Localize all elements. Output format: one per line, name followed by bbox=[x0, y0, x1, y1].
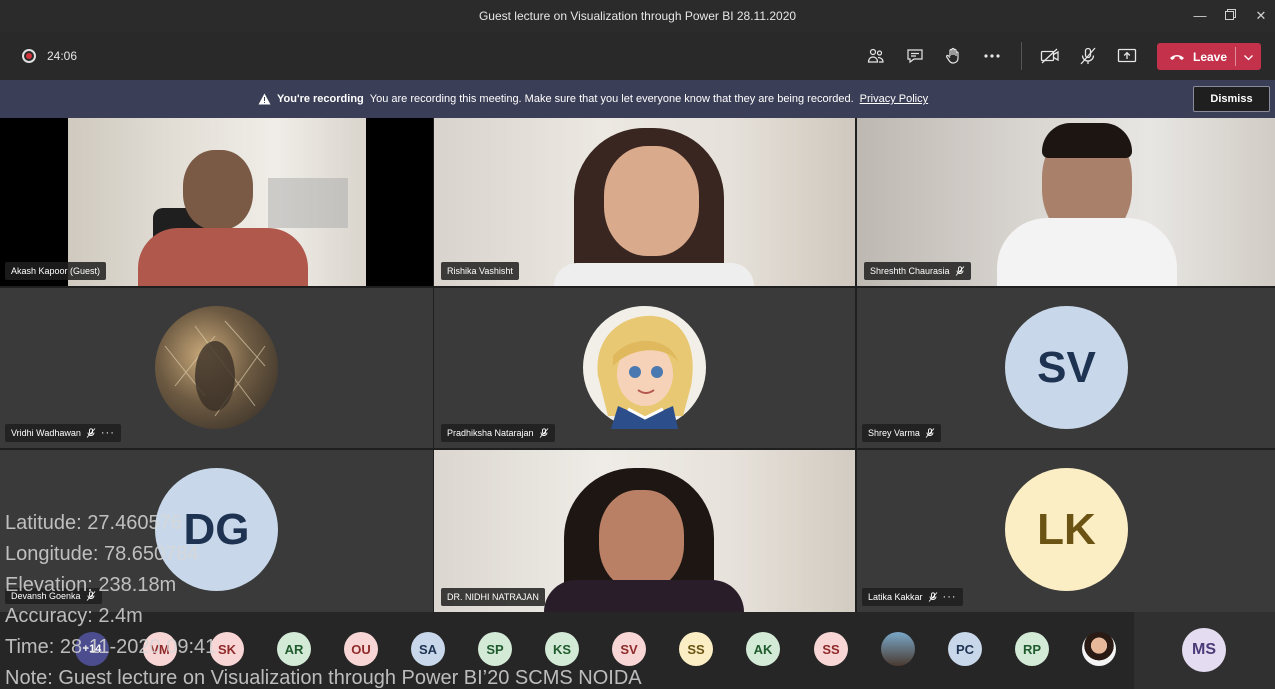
self-preview: MS bbox=[1134, 612, 1275, 689]
geotag-elevation: Elevation: 238.18m bbox=[5, 574, 177, 596]
leave-split-divider bbox=[1235, 47, 1236, 66]
leave-label: Leave bbox=[1193, 49, 1228, 64]
roster-photo-avatar[interactable] bbox=[1082, 632, 1116, 666]
mic-off-icon[interactable] bbox=[1076, 44, 1100, 68]
mic-muted-icon bbox=[539, 428, 548, 438]
geotag-overlay: Latitude: 27.460576 Longitude: 78.650784… bbox=[5, 508, 642, 689]
geotag-time: Time: 28-11-2020 09:41 bbox=[5, 636, 217, 658]
name-tag: Shreshth Chaurasia bbox=[864, 262, 971, 280]
toolbar-divider bbox=[1021, 42, 1022, 70]
participant-tile-vridhi-wadhawan[interactable]: Vridhi Wadhawan ··· bbox=[0, 288, 433, 448]
more-actions-icon[interactable] bbox=[980, 44, 1004, 68]
self-avatar: MS bbox=[1182, 628, 1226, 672]
participant-tile-pradhiksha-natarajan[interactable]: Pradhiksha Natarajan bbox=[434, 288, 855, 448]
leave-button[interactable]: Leave bbox=[1157, 43, 1261, 70]
avatar bbox=[583, 306, 706, 429]
roster-avatar[interactable]: SS bbox=[814, 632, 848, 666]
geotag-longitude: Longitude: 78.650784 bbox=[5, 543, 199, 565]
video-tile-rishika-vashisht[interactable]: Rishika Vashisht bbox=[434, 118, 855, 286]
roster-avatar[interactable]: SS bbox=[679, 632, 713, 666]
roster-avatar[interactable]: PC bbox=[948, 632, 982, 666]
mic-muted-icon bbox=[955, 266, 964, 276]
participant-tile-shrey-varma[interactable]: SV Shrey Varma bbox=[857, 288, 1275, 448]
more-options-icon[interactable]: ··· bbox=[101, 424, 115, 442]
video-feed bbox=[68, 118, 366, 286]
window-title-bar: Guest lecture on Visualization through P… bbox=[0, 0, 1275, 32]
participants-icon[interactable] bbox=[864, 44, 888, 68]
name-tag: Vridhi Wadhawan ··· bbox=[5, 424, 121, 442]
avatar: LK bbox=[1005, 468, 1128, 591]
geotag-note: Note: Guest lecture on Visualization thr… bbox=[5, 667, 642, 689]
meeting-timer: 24:06 bbox=[47, 49, 78, 63]
mic-muted-icon bbox=[925, 428, 935, 438]
meeting-toolbar: 24:06 Leave bbox=[0, 32, 1275, 80]
name-tag: Shrey Varma bbox=[862, 424, 941, 442]
video-tile-akash-kapoor[interactable]: Akash Kapoor (Guest) bbox=[0, 118, 433, 286]
raise-hand-icon[interactable] bbox=[941, 44, 965, 68]
roster-avatar[interactable]: RP bbox=[1015, 632, 1049, 666]
share-screen-icon[interactable] bbox=[1115, 44, 1139, 68]
chevron-down-icon[interactable] bbox=[1243, 50, 1254, 68]
avatar bbox=[155, 306, 278, 429]
roster-photo-avatar[interactable] bbox=[881, 632, 915, 666]
close-icon[interactable]: ✕ bbox=[1251, 6, 1271, 26]
mic-muted-icon bbox=[928, 592, 937, 602]
window-title: Guest lecture on Visualization through P… bbox=[478, 9, 797, 23]
video-tile-shreshth-chaurasia[interactable]: Shreshth Chaurasia bbox=[857, 118, 1275, 286]
name-tag: Akash Kapoor (Guest) bbox=[5, 262, 107, 280]
dismiss-button[interactable]: Dismiss bbox=[1193, 86, 1270, 112]
name-tag: Latika Kakkar ··· bbox=[862, 588, 963, 606]
geotag-latitude: Latitude: 27.460576 bbox=[5, 512, 182, 534]
participant-tile-latika-kakkar[interactable]: LK Latika Kakkar ··· bbox=[857, 450, 1275, 612]
minimize-icon[interactable]: — bbox=[1190, 6, 1210, 26]
geotag-accuracy: Accuracy: 2.4m bbox=[5, 605, 143, 627]
chat-icon[interactable] bbox=[903, 44, 927, 68]
name-tag: Pradhiksha Natarajan bbox=[441, 424, 555, 442]
mic-muted-icon bbox=[86, 428, 96, 438]
recording-banner-message: You are recording this meeting. Make sur… bbox=[369, 93, 854, 105]
recording-banner: You're recording You are recording this … bbox=[0, 80, 1275, 118]
name-tag: Rishika Vashisht bbox=[441, 262, 519, 280]
roster-avatar[interactable]: AK bbox=[746, 632, 780, 666]
camera-off-icon[interactable] bbox=[1038, 44, 1062, 68]
avatar: SV bbox=[1005, 306, 1128, 429]
warning-icon bbox=[258, 93, 271, 105]
restore-icon[interactable] bbox=[1220, 6, 1240, 26]
recording-indicator-icon bbox=[22, 49, 36, 63]
privacy-policy-link[interactable]: Privacy Policy bbox=[860, 93, 928, 105]
phone-hangup-icon bbox=[1170, 54, 1184, 60]
recording-banner-title: You're recording bbox=[277, 93, 364, 105]
more-options-icon[interactable]: ··· bbox=[943, 588, 957, 606]
video-feed bbox=[604, 146, 699, 256]
